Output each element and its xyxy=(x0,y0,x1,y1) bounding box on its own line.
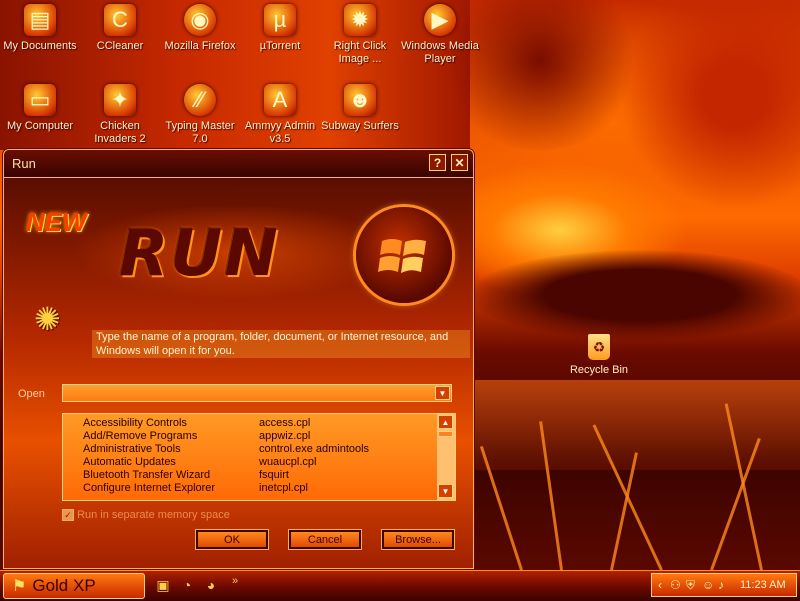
history-item-name: Add/Remove Programs xyxy=(83,430,198,442)
desktop-icon-label: Right Click Image ... xyxy=(333,40,387,65)
desktop-icon-label: Mozilla Firefox xyxy=(164,40,236,52)
quicklaunch-media-icon[interactable]: ◕ xyxy=(202,576,220,594)
ok-button[interactable]: OK xyxy=(195,529,269,550)
system-tray: ‹ ⚇ ⛨ ☺ ♪ 11:23 AM xyxy=(651,573,797,597)
list-item[interactable]: Accessibility Controls access.cpl xyxy=(63,417,435,430)
desktop-icon-label: My Computer xyxy=(6,120,74,132)
windows-logo-icon xyxy=(356,207,452,303)
new-badge: NEW xyxy=(26,207,87,237)
list-item[interactable]: Bluetooth Transfer Wizard fsquirt xyxy=(63,469,435,482)
open-input[interactable] xyxy=(62,384,452,402)
tray-smiley-icon[interactable]: ☺ xyxy=(702,578,714,592)
tray-volume-icon[interactable]: ♪ xyxy=(718,578,724,592)
media-player-icon: ▶ xyxy=(424,4,456,36)
desktop-icon-firefox[interactable]: ◉ Mozilla Firefox xyxy=(160,4,240,53)
start-label: Gold XP xyxy=(32,576,96,595)
history-item-command: wuaucpl.cpl xyxy=(259,456,317,468)
history-item-command: fsquirt xyxy=(259,469,289,481)
desktop-icon-ccleaner[interactable]: C CCleaner xyxy=(80,4,160,53)
desktop-icon-chicken-invaders[interactable]: ✦ Chicken Invaders 2 xyxy=(80,84,160,146)
desktop-background: ▤ My Documents C CCleaner ◉ Mozilla Fire… xyxy=(0,0,800,570)
desktop-icon-my-computer[interactable]: ▭ My Computer xyxy=(0,84,80,133)
tray-clock[interactable]: 11:23 AM xyxy=(740,579,786,591)
run-prompt: Type the name of a program, folder, docu… xyxy=(92,330,470,358)
utorrent-icon: µ xyxy=(264,4,296,36)
list-item[interactable]: Automatic Updates wuaucpl.cpl xyxy=(63,456,435,469)
desktop-icon-label: CCleaner xyxy=(96,40,144,52)
scenery-treeline xyxy=(470,250,800,340)
desktop-icon-utorrent[interactable]: µ µTorrent xyxy=(240,4,320,53)
separate-memory-checkbox-row: ✓ Run in separate memory space xyxy=(62,509,230,522)
desktop-icon-recycle-bin[interactable]: ♻ Recycle Bin xyxy=(566,334,632,376)
history-item-command: access.cpl xyxy=(259,417,311,429)
quicklaunch-browser-icon[interactable]: ◔ xyxy=(178,576,196,594)
desktop-icon-subway-surfers[interactable]: ☻ Subway Surfers xyxy=(320,84,400,133)
ccleaner-icon: C xyxy=(104,4,136,36)
desktop-icon-label: Chicken Invaders 2 xyxy=(94,120,146,145)
window-title: Run xyxy=(12,156,36,171)
history-item-command: inetcpl.cpl xyxy=(259,482,308,494)
tray-shield-icon[interactable]: ⛨ xyxy=(686,578,695,593)
folder-documents-icon: ▤ xyxy=(24,4,56,36)
recycle-bin-icon: ♻ xyxy=(588,334,610,360)
run-program-icon: ✺ xyxy=(34,301,61,337)
history-item-command: appwiz.cpl xyxy=(259,430,311,442)
desktop-icon-label: Recycle Bin xyxy=(569,364,629,376)
windows-flag-icon: ⚑ xyxy=(12,578,27,595)
chicken-invaders-icon: ✦ xyxy=(104,84,136,116)
list-item[interactable]: Add/Remove Programs appwiz.cpl xyxy=(63,430,435,443)
history-item-name: Configure Internet Explorer xyxy=(83,482,216,494)
close-button[interactable]: ✕ xyxy=(451,154,468,171)
run-dialog: Run ? ✕ NEW RUN ✺ Type the name of a pro… xyxy=(3,149,474,569)
ammyy-admin-icon: A xyxy=(264,84,296,116)
desktop-icon-right-click-image[interactable]: ✹ Right Click Image ... xyxy=(320,4,400,66)
computer-icon: ▭ xyxy=(24,84,56,116)
list-item[interactable]: Configure Internet Explorer inetcpl.cpl xyxy=(63,482,435,495)
run-logo: RUN xyxy=(119,217,280,291)
separate-memory-label: Run in separate memory space xyxy=(77,509,230,521)
tray-network-icon[interactable]: ⚇ xyxy=(670,578,681,592)
desktop-icon-my-documents[interactable]: ▤ My Documents xyxy=(0,4,80,53)
help-button[interactable]: ? xyxy=(429,154,446,171)
desktop-icon-label: Subway Surfers xyxy=(321,120,399,132)
title-bar[interactable]: Run ? ✕ xyxy=(4,150,473,178)
subway-surfers-icon: ☻ xyxy=(344,84,376,116)
desktop-icon-label: Windows Media Player xyxy=(401,40,479,65)
run-history-list[interactable]: Accessibility Controls access.cpl Add/Re… xyxy=(62,413,456,501)
scroll-up-button[interactable]: ▲ xyxy=(438,415,453,429)
history-item-name: Automatic Updates xyxy=(83,456,176,468)
desktop-icon-ammyy-admin[interactable]: A Ammyy Admin v3.5 xyxy=(240,84,320,146)
cancel-button[interactable]: Cancel xyxy=(288,529,362,550)
taskbar: ⚑ Gold XP ▣ ◔ ◕ » ‹ ⚇ ⛨ ☺ ♪ 11:23 AM xyxy=(0,570,800,601)
quicklaunch-overflow-button[interactable]: » xyxy=(226,572,244,590)
history-item-command: control.exe admintools xyxy=(259,443,370,455)
run-banner: NEW RUN xyxy=(4,177,473,332)
typing-master-icon: ⁄⁄ xyxy=(184,84,216,116)
scroll-down-button[interactable]: ▼ xyxy=(438,484,453,498)
desktop-icon-label: µTorrent xyxy=(259,40,301,52)
history-item-name: Accessibility Controls xyxy=(83,417,187,429)
desktop-icon-label: Ammyy Admin v3.5 xyxy=(244,120,316,145)
list-scrollbar[interactable]: ▲ ▼ xyxy=(437,414,455,500)
right-click-image-icon: ✹ xyxy=(344,4,376,36)
desktop-icon-label: My Documents xyxy=(3,40,77,52)
desktop-icon-windows-media-player[interactable]: ▶ Windows Media Player xyxy=(400,4,480,66)
open-label: Open xyxy=(18,388,45,400)
open-dropdown-button[interactable]: ▼ xyxy=(435,386,450,400)
firefox-icon: ◉ xyxy=(184,4,216,36)
show-desktop-icon[interactable]: ▣ xyxy=(154,576,172,594)
history-item-name: Administrative Tools xyxy=(83,443,181,455)
scroll-thumb[interactable] xyxy=(438,431,453,437)
tray-hide-arrow-icon[interactable]: ‹ xyxy=(658,578,662,592)
browse-button[interactable]: Browse... xyxy=(381,529,455,550)
desktop-icon-label: Typing Master 7.0 xyxy=(165,120,235,145)
list-item[interactable]: Administrative Tools control.exe adminto… xyxy=(63,443,435,456)
desktop-icon-typing-master[interactable]: ⁄⁄ Typing Master 7.0 xyxy=(160,84,240,146)
separate-memory-checkbox: ✓ xyxy=(62,509,74,522)
start-button[interactable]: ⚑ Gold XP xyxy=(3,573,145,599)
history-item-name: Bluetooth Transfer Wizard xyxy=(83,469,211,481)
scenery-foliage-2 xyxy=(620,0,800,210)
